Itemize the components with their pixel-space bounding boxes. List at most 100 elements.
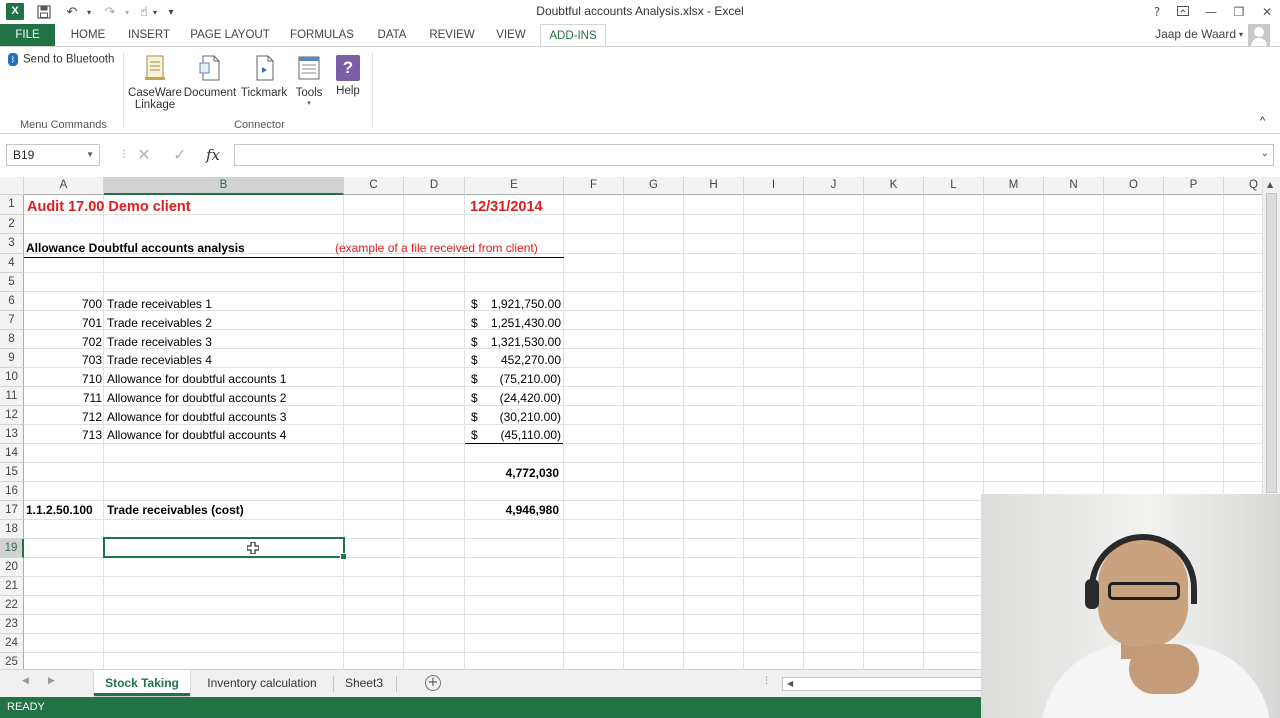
row-header[interactable]: 18 xyxy=(0,520,24,539)
cell-note[interactable]: (example of a file received from client) xyxy=(335,239,538,257)
horizontal-scrollbar[interactable]: ◀ xyxy=(782,677,982,691)
cell-account-code[interactable]: 701 xyxy=(24,314,102,332)
cell-account-desc[interactable]: Allowance for doubtful accounts 4 xyxy=(107,426,286,444)
row-header[interactable]: 6 xyxy=(0,292,24,311)
restore-button[interactable]: ❐ xyxy=(1226,2,1252,22)
name-box-dropdown-icon[interactable]: ▼ xyxy=(86,145,94,165)
cell-account-code[interactable]: 700 xyxy=(24,295,102,313)
column-header[interactable]: H xyxy=(684,177,744,195)
row-header[interactable]: 15 xyxy=(0,463,24,482)
column-header[interactable]: P xyxy=(1164,177,1224,195)
cell-amount[interactable]: 452,270.00 xyxy=(465,351,561,369)
row-header[interactable]: 24 xyxy=(0,634,24,653)
cell-amount[interactable]: (30,210.00) xyxy=(465,408,561,426)
cell-e17-ref-amount[interactable]: 4,946,980 xyxy=(465,501,559,519)
vertical-scroll-thumb[interactable] xyxy=(1266,193,1277,493)
user-dropdown-icon[interactable]: ▾ xyxy=(1239,30,1243,39)
row-header[interactable]: 12 xyxy=(0,406,24,425)
column-header[interactable]: O xyxy=(1104,177,1164,195)
row-header[interactable]: 11 xyxy=(0,387,24,406)
cell-account-code[interactable]: 712 xyxy=(24,408,102,426)
column-header[interactable]: F xyxy=(564,177,624,195)
formula-input[interactable]: ⌄ xyxy=(234,144,1274,166)
expand-formula-bar-icon[interactable]: ⌄ xyxy=(1261,148,1269,159)
column-header[interactable]: L xyxy=(924,177,984,195)
sheet-tab-sheet3[interactable]: Sheet3 xyxy=(338,670,390,696)
row-header[interactable]: 25 xyxy=(0,653,24,669)
collapse-ribbon-icon[interactable]: ^ xyxy=(1260,115,1265,127)
ribbon-display-options-icon[interactable] xyxy=(1170,2,1196,22)
tab-formulas[interactable]: FORMULAS xyxy=(284,24,360,46)
tab-data[interactable]: DATA xyxy=(370,24,414,46)
row-header[interactable]: 22 xyxy=(0,596,24,615)
row-header[interactable]: 23 xyxy=(0,615,24,634)
column-header[interactable]: G xyxy=(624,177,684,195)
row-header[interactable]: 1 xyxy=(0,195,24,215)
tab-split-grip-icon[interactable]: ⋮ xyxy=(762,676,771,686)
row-header[interactable]: 21 xyxy=(0,577,24,596)
user-name[interactable]: Jaap de Waard xyxy=(1155,27,1236,41)
row-header[interactable]: 17 xyxy=(0,501,24,520)
prev-sheet-icon[interactable]: ◀ xyxy=(22,676,29,686)
cell-account-desc[interactable]: Allowance for doubtful accounts 1 xyxy=(107,370,286,388)
enter-entry-icon[interactable]: ✓ xyxy=(168,145,192,165)
tab-page-layout[interactable]: PAGE LAYOUT xyxy=(186,24,274,46)
column-header[interactable]: K xyxy=(864,177,924,195)
column-header[interactable]: J xyxy=(804,177,864,195)
tools-button[interactable]: Tools ▾ xyxy=(290,53,328,107)
help-ribbon-button[interactable]: ? Help xyxy=(330,53,366,97)
next-sheet-icon[interactable]: ▶ xyxy=(48,676,55,686)
cell-account-desc[interactable]: Trade receivables 2 xyxy=(107,314,212,332)
column-header[interactable]: M xyxy=(984,177,1044,195)
name-box[interactable]: B19 ▼ xyxy=(6,144,100,166)
cell-amount[interactable]: 1,251,430.00 xyxy=(465,314,561,332)
cell-a17-ref-code[interactable]: 1.1.2.50.100 xyxy=(26,501,93,519)
row-header[interactable]: 14 xyxy=(0,444,24,463)
row-header[interactable]: 13 xyxy=(0,425,24,444)
user-avatar[interactable] xyxy=(1248,24,1270,46)
insert-function-icon[interactable]: fx xyxy=(201,145,225,165)
sheet-tab-inventory-calculation[interactable]: Inventory calculation xyxy=(196,670,328,696)
cell-account-code[interactable]: 702 xyxy=(24,333,102,351)
cell-account-desc[interactable]: Trade receivables 3 xyxy=(107,333,212,351)
tab-review[interactable]: REVIEW xyxy=(424,24,480,46)
column-header[interactable]: B xyxy=(104,177,344,195)
scroll-left-icon[interactable]: ◀ xyxy=(787,679,793,688)
column-header[interactable]: E xyxy=(465,177,564,195)
tab-insert[interactable]: INSERT xyxy=(122,24,176,46)
row-header[interactable]: 4 xyxy=(0,254,24,273)
row-header[interactable]: 16 xyxy=(0,482,24,501)
cell-account-desc[interactable]: Allowance for doubtful accounts 3 xyxy=(107,408,286,426)
add-sheet-icon[interactable]: + xyxy=(425,675,441,691)
tab-file[interactable]: FILE xyxy=(0,24,55,46)
column-header[interactable]: N xyxy=(1044,177,1104,195)
cell-amount[interactable]: (24,420.00) xyxy=(465,389,561,407)
select-all-corner[interactable] xyxy=(0,177,24,195)
cancel-entry-icon[interactable]: ✕ xyxy=(132,145,156,165)
tickmark-button[interactable]: Tickmark xyxy=(238,53,290,99)
column-header[interactable]: C xyxy=(344,177,404,195)
document-button[interactable]: Document xyxy=(182,53,238,99)
row-header[interactable]: 9 xyxy=(0,349,24,368)
cell-e15-total[interactable]: 4,772,030 xyxy=(465,464,559,482)
help-button[interactable]: ? xyxy=(1144,2,1170,22)
cell-amount[interactable]: (75,210.00) xyxy=(465,370,561,388)
close-button[interactable]: ✕ xyxy=(1254,2,1280,22)
active-cell-b19[interactable] xyxy=(103,537,347,560)
cell-amount[interactable]: (45,110.00) xyxy=(465,426,562,444)
cell-account-code[interactable]: 710 xyxy=(24,370,102,388)
row-header[interactable]: 20 xyxy=(0,558,24,577)
cell-amount[interactable]: 1,921,750.00 xyxy=(465,295,561,313)
cell-account-code[interactable]: 713 xyxy=(24,426,102,444)
cell-account-desc[interactable]: Trade receivables 1 xyxy=(107,295,212,313)
column-header[interactable]: Q xyxy=(1224,177,1262,195)
row-header[interactable]: 2 xyxy=(0,215,24,234)
row-header[interactable]: 19 xyxy=(0,539,24,558)
column-header[interactable]: I xyxy=(744,177,804,195)
tab-add-ins[interactable]: ADD-INS xyxy=(540,24,606,47)
cell-account-code[interactable]: 711 xyxy=(24,389,102,407)
row-header[interactable]: 5 xyxy=(0,273,24,292)
cell-b17-ref-desc[interactable]: Trade receivables (cost) xyxy=(107,501,244,519)
sheet-tab-stock-taking[interactable]: Stock Taking xyxy=(94,670,190,696)
column-header[interactable]: A xyxy=(24,177,104,195)
